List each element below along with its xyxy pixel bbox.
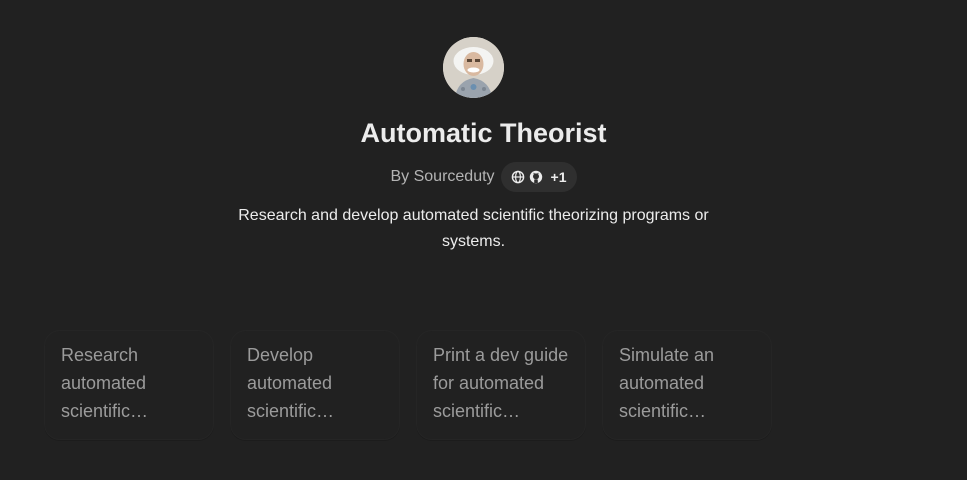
conversation-starter-text: Develop automated scientific theorizing … xyxy=(247,345,333,421)
conversation-starter-card[interactable]: Research automated scientific theorizing… xyxy=(44,330,214,440)
conversation-starter-text: Research automated scientific theorizing… xyxy=(61,345,147,421)
conversation-starter-text: Print a dev guide for automated scientif… xyxy=(433,345,569,421)
conversation-starter-card[interactable]: Print a dev guide for automated scientif… xyxy=(416,330,586,440)
conversation-starter-card[interactable]: Develop automated scientific theorizing … xyxy=(230,330,400,440)
author-links-button[interactable]: +1 xyxy=(500,162,577,192)
byline: By Sourceduty +1 xyxy=(0,162,967,192)
gpt-profile-page: Automatic Theorist By Sourceduty +1 Rese… xyxy=(0,0,967,480)
gpt-avatar xyxy=(443,37,504,98)
gpt-title: Automatic Theorist xyxy=(360,118,607,148)
conversation-starter-text: Simulate an automated scientific theoriz… xyxy=(619,345,715,421)
globe-icon[interactable] xyxy=(511,170,525,184)
gpt-description: Research and develop automated scientifi… xyxy=(238,207,709,250)
conversation-starter-card[interactable]: Simulate an automated scientific theoriz… xyxy=(602,330,772,440)
more-links-count: +1 xyxy=(550,169,567,185)
robot-einstein-avatar-icon xyxy=(443,37,504,98)
github-icon[interactable] xyxy=(529,170,543,184)
author-name: By Sourceduty xyxy=(390,168,495,185)
conversation-starters: Research automated scientific theorizing… xyxy=(44,330,772,440)
